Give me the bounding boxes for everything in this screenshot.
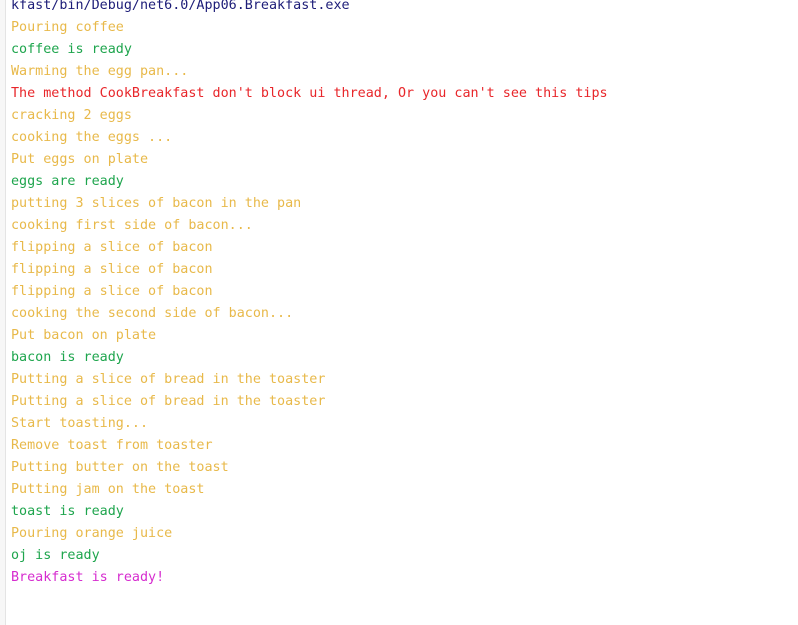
console-line-info: cracking 2 eggs — [11, 108, 132, 123]
console-gutter — [0, 0, 6, 625]
console-line-tip: The method CookBreakfast don't block ui … — [11, 86, 608, 101]
console-line-info: Start toasting... — [11, 416, 149, 431]
console-line-info: Putting butter on the toast — [11, 460, 229, 475]
console-line-ready: coffee is ready — [11, 42, 132, 57]
console-line-info: cooking first side of bacon... — [11, 218, 253, 233]
console-lines: Pouring coffee coffee is ready Warming the… — [11, 20, 798, 592]
console-line-info: Putting a slice of bread in the toaster — [11, 394, 326, 409]
console-line-info: cooking the second side of bacon... — [11, 306, 294, 321]
console-line-info: Put bacon on plate — [11, 328, 157, 343]
console-line-info: Pouring coffee — [11, 20, 124, 35]
console-output[interactable]: kfast/bin/Debug/net6.0/App06.Breakfast.e… — [11, 0, 798, 625]
executable-path-line: kfast/bin/Debug/net6.0/App06.Breakfast.e… — [11, 0, 350, 13]
console-line-done: Breakfast is ready! — [11, 570, 165, 585]
console-line-info: flipping a slice of bacon — [11, 240, 213, 255]
console-line-info: cooking the eggs ... — [11, 130, 173, 145]
console-line-ready: toast is ready — [11, 504, 124, 519]
console-line-ready: eggs are ready — [11, 174, 124, 189]
console-line-info: Remove toast from toaster — [11, 438, 213, 453]
console-line-info: putting 3 slices of bacon in the pan — [11, 196, 302, 211]
console-line-ready: bacon is ready — [11, 350, 124, 365]
console-line-info: Put eggs on plate — [11, 152, 149, 167]
console-line-ready: oj is ready — [11, 548, 100, 563]
console-line-info: Pouring orange juice — [11, 526, 173, 541]
console-output-panel[interactable]: kfast/bin/Debug/net6.0/App06.Breakfast.e… — [0, 0, 798, 625]
console-line-info: Warming the egg pan... — [11, 64, 189, 79]
console-line-info: Putting a slice of bread in the toaster — [11, 372, 326, 387]
console-line-info: Putting jam on the toast — [11, 482, 205, 497]
console-line-info: flipping a slice of bacon — [11, 262, 213, 277]
console-line-info: flipping a slice of bacon — [11, 284, 213, 299]
